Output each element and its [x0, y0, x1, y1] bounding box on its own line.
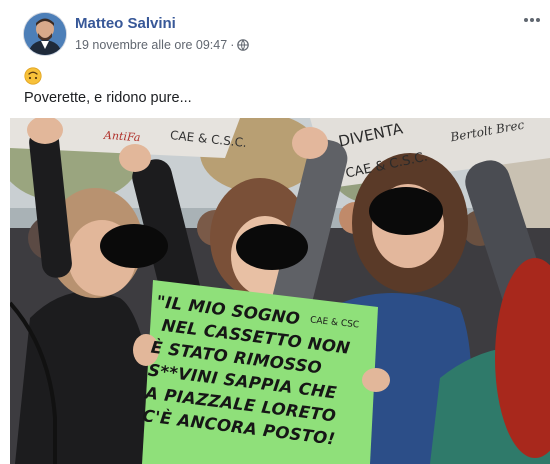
upside-down-face-emoji-icon	[24, 67, 42, 85]
meta-separator: ·	[230, 38, 235, 52]
author-avatar[interactable]	[24, 13, 66, 55]
protest-sign-text: "IL MIO SOGNO NEL CASSETTO NON È STATO R…	[141, 290, 368, 453]
facebook-post: Matteo Salvini 19 novembre alle ore 09:4…	[0, 0, 550, 464]
banner-left-text-1: AntiFa	[103, 128, 141, 145]
post-timestamp[interactable]: 19 novembre alle ore 09:47	[75, 38, 227, 52]
post-photo[interactable]: AntiFa CAE & C.S.C. DIVENTA CAE & C.S.C.…	[10, 118, 550, 464]
post-meta: 19 novembre alle ore 09:47 ·	[75, 38, 250, 52]
globe-icon[interactable]	[237, 39, 250, 51]
author-name[interactable]: Matteo Salvini	[75, 15, 176, 32]
post-caption: Poverette, e ridono pure...	[24, 90, 192, 106]
more-options-icon[interactable]	[522, 10, 542, 24]
